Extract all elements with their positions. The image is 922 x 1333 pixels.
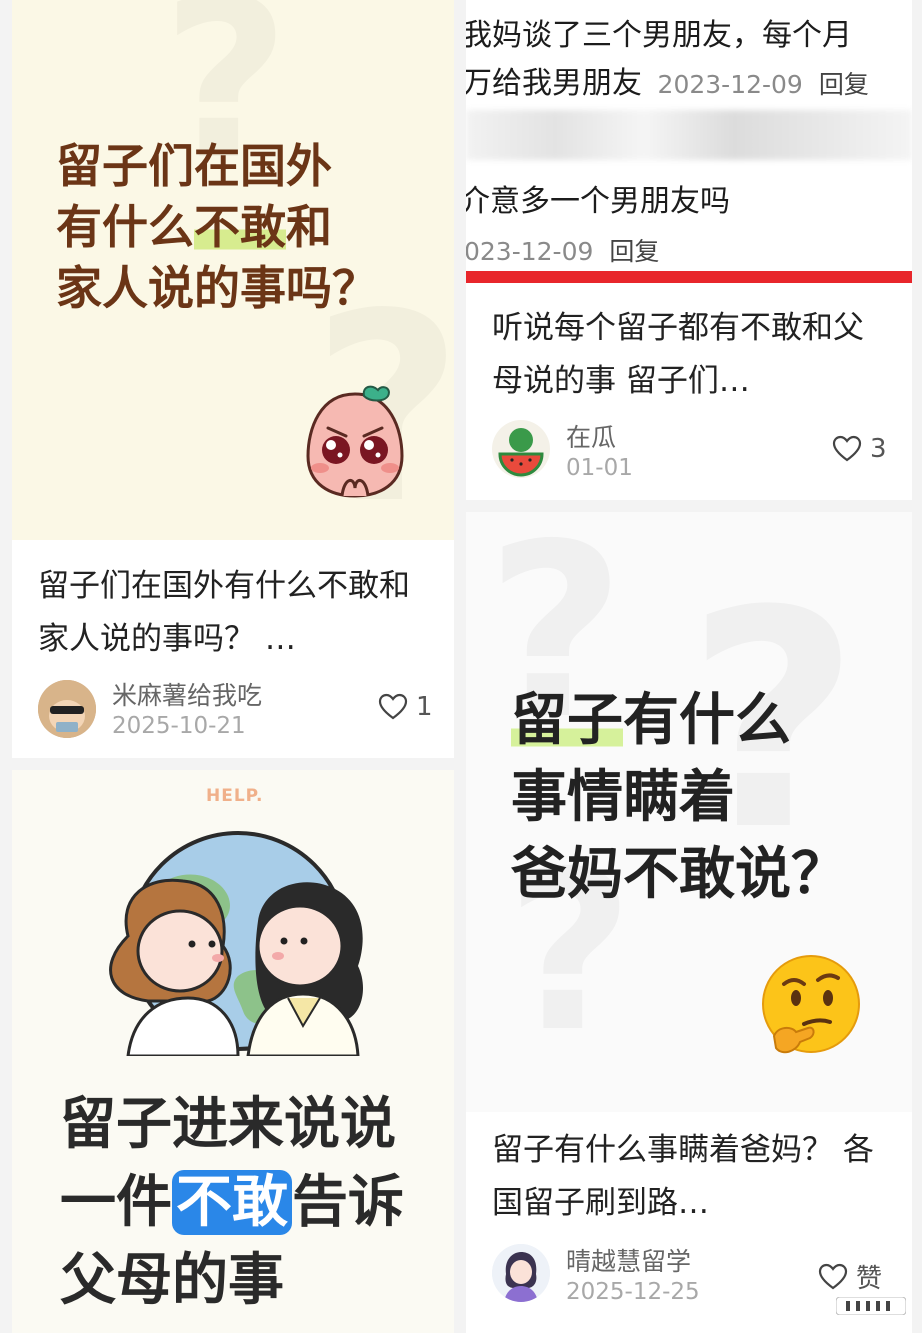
- red-divider: [466, 271, 912, 283]
- author-name[interactable]: 米麻薯给我吃: [112, 676, 262, 712]
- comment-text: 我妈谈了三个男朋友，每个月: [466, 18, 852, 53]
- post-cover-4[interactable]: ? ? ? 留子有什么 事情瞒着 爸妈不敢说？: [466, 512, 912, 1112]
- cover-title: 留子有什么 事情瞒着 爸妈不敢说？: [511, 688, 847, 907]
- post-date: 2025-12-25: [566, 1279, 700, 1305]
- avatar-image: [492, 1244, 550, 1302]
- post-title[interactable]: 听说每个留子都有不敢和父母说的事 留子们…: [492, 302, 892, 408]
- avatar[interactable]: [492, 1244, 550, 1302]
- thinking-face-emoji: [762, 955, 860, 1054]
- author-name[interactable]: 在瓜: [566, 418, 616, 454]
- comment-date: 023-12-09: [466, 237, 594, 266]
- two-girls-globe-illustration: [109, 831, 363, 1056]
- post-cover-1[interactable]: ? ? 留子们在国外 有什么不敢和 家人说的事吗？: [12, 0, 454, 540]
- cover-title: 留子们在国外 有什么不敢和 家人说的事吗？: [56, 139, 378, 316]
- comment-meta: 023-12-09 回复: [466, 232, 659, 268]
- like-button[interactable]: 1: [378, 692, 433, 722]
- post-date: 01-01: [566, 455, 633, 481]
- post-card-4[interactable]: ? ? ? 留子有什么 事情瞒着 爸妈不敢说？ 留子有什么事瞒着爸妈？ 各国留子…: [466, 512, 912, 1333]
- heart-icon: [378, 693, 408, 720]
- like-count: 赞: [856, 1264, 883, 1294]
- post-card-2[interactable]: 我妈谈了三个男朋友，每个月 万给我男朋友 2023-12-09 回复 介意多一个男…: [466, 0, 912, 500]
- author-name[interactable]: 晴越慧留学: [566, 1242, 691, 1278]
- like-button[interactable]: 赞: [818, 1258, 882, 1295]
- comment-text: 介意多一个男朋友吗: [466, 184, 730, 219]
- reply-link[interactable]: 回复: [609, 237, 659, 266]
- heart-icon: [832, 435, 862, 462]
- like-button[interactable]: 3: [832, 434, 887, 464]
- like-count: 3: [870, 434, 887, 464]
- like-count: 1: [416, 692, 433, 722]
- avatar-image: [38, 680, 96, 738]
- pleading-blob-sticker: [306, 385, 404, 498]
- avatar[interactable]: [38, 680, 96, 738]
- post-card-1[interactable]: ? ? 留子们在国外 有什么不敢和 家人说的事吗？ 留子们在国外有什么不敢和家人…: [12, 0, 454, 758]
- reply-link[interactable]: 回复: [819, 70, 869, 99]
- help-label: HELP.: [206, 786, 264, 806]
- comment-screenshot[interactable]: 我妈谈了三个男朋友，每个月 万给我男朋友 2023-12-09 回复 介意多一个男…: [466, 0, 912, 285]
- avatar[interactable]: [492, 420, 550, 478]
- bottom-control[interactable]: [836, 1297, 906, 1315]
- heart-icon: [818, 1263, 848, 1289]
- post-card-3[interactable]: HELP. 留子进来说说 一件不敢告诉 父母的事: [12, 770, 454, 1333]
- comment-text: 万给我男朋友 2023-12-09 回复: [466, 66, 869, 101]
- watermelon-avatar-image: [492, 420, 550, 478]
- more-bars-icon: [836, 1297, 906, 1315]
- post-title[interactable]: 留子们在国外有什么不敢和家人说的事吗？ …: [38, 560, 438, 666]
- cover-title: 留子进来说说 一件不敢告诉 父母的事: [60, 1092, 404, 1313]
- comment-date: 2023-12-09: [657, 70, 803, 99]
- post-date: 2025-10-21: [112, 713, 246, 739]
- post-title[interactable]: 留子有什么事瞒着爸妈？ 各国留子刷到路…: [492, 1124, 892, 1230]
- blurred-content: [466, 110, 912, 160]
